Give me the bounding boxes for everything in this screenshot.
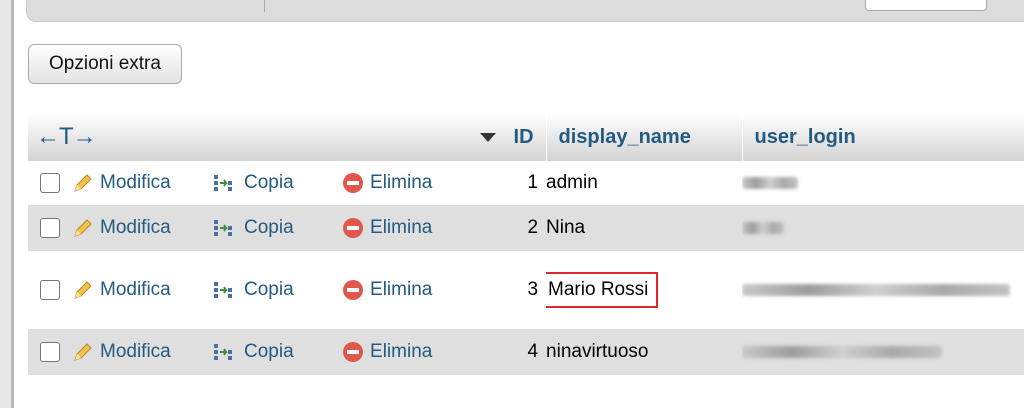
delete-label[interactable]: Elimina xyxy=(370,341,432,362)
column-header-id[interactable]: ID xyxy=(502,113,546,161)
left-panel-border xyxy=(0,0,14,408)
copy-link[interactable]: Copia xyxy=(212,251,342,329)
edit-link[interactable]: Modifica xyxy=(72,329,212,375)
edit-link[interactable]: Modifica xyxy=(72,161,212,205)
cell-user-login xyxy=(742,161,1024,205)
table-row: Modifica Copia Elimina 4 ninavirtuoso xyxy=(28,329,1024,375)
cell-id: 1 xyxy=(527,172,539,193)
extra-options-button[interactable]: Opzioni extra xyxy=(28,44,182,84)
cell-id: 3 xyxy=(527,279,539,300)
cell-display-name: Mario Rossi xyxy=(546,251,742,329)
delete-link[interactable]: Elimina xyxy=(342,161,502,205)
results-table: ←T→ ID display_name user_login Modifica … xyxy=(28,113,1024,375)
copy-label[interactable]: Copia xyxy=(244,341,294,362)
cell-id: 4 xyxy=(527,341,539,362)
copy-link[interactable]: Copia xyxy=(212,205,342,251)
redacted-value xyxy=(742,221,785,234)
row-select[interactable] xyxy=(28,161,72,205)
copy-icon xyxy=(214,174,232,191)
edit-label[interactable]: Modifica xyxy=(100,341,171,362)
edit-label[interactable]: Modifica xyxy=(100,217,171,238)
copy-link[interactable]: Copia xyxy=(212,161,342,205)
column-header-display-name[interactable]: display_name xyxy=(545,113,743,161)
delete-icon xyxy=(343,172,364,193)
cell-user-login xyxy=(742,205,1024,251)
pencil-icon xyxy=(74,281,92,299)
cell-user-login xyxy=(742,329,1024,375)
pencil-icon xyxy=(74,343,92,361)
copy-link[interactable]: Copia xyxy=(212,329,342,375)
sort-desc-icon[interactable] xyxy=(480,132,497,142)
delete-icon xyxy=(343,341,364,362)
row-select[interactable] xyxy=(28,329,72,375)
pencil-icon xyxy=(74,219,92,237)
row-select[interactable] xyxy=(28,251,72,329)
edit-label[interactable]: Modifica xyxy=(100,172,171,193)
edit-label[interactable]: Modifica xyxy=(100,279,171,300)
column-nav-arrows[interactable]: ←T→ xyxy=(28,113,342,161)
cell-id: 2 xyxy=(527,217,539,238)
cell-user-login xyxy=(742,251,1024,329)
redacted-value xyxy=(742,283,1011,296)
redacted-value xyxy=(742,345,943,358)
copy-label[interactable]: Copia xyxy=(244,172,294,193)
column-header-user-login[interactable]: user_login xyxy=(741,113,1024,161)
delete-link[interactable]: Elimina xyxy=(342,205,502,251)
cell-display-name: ninavirtuoso xyxy=(546,341,649,362)
row-checkbox[interactable] xyxy=(40,217,60,238)
cell-display-name: Nina xyxy=(546,217,586,238)
copy-icon xyxy=(214,281,232,298)
table-header-row: ←T→ ID display_name user_login xyxy=(28,113,1024,161)
delete-link[interactable]: Elimina xyxy=(342,329,502,375)
toolbar-divider xyxy=(264,0,265,12)
row-checkbox[interactable] xyxy=(40,279,60,300)
cell-display-name: admin xyxy=(546,172,598,193)
delete-label[interactable]: Elimina xyxy=(370,279,432,300)
pencil-icon xyxy=(74,174,92,192)
table-row: Modifica Copia Elimina 1 admin xyxy=(28,161,1024,205)
toolbar-control[interactable] xyxy=(865,0,987,11)
table-row: Modifica Copia Elimina 2 Nina xyxy=(28,205,1024,251)
delete-icon xyxy=(343,279,364,300)
sort-toggle[interactable] xyxy=(342,113,502,161)
edit-link[interactable]: Modifica xyxy=(72,251,212,329)
copy-icon xyxy=(214,343,232,360)
row-checkbox[interactable] xyxy=(40,172,60,193)
highlighted-display-name: Mario Rossi xyxy=(546,272,659,308)
delete-label[interactable]: Elimina xyxy=(370,217,432,238)
copy-label[interactable]: Copia xyxy=(244,279,294,300)
table-row: Modifica Copia Elimina 3 Mario Rossi xyxy=(28,251,1024,329)
top-toolbar-strip xyxy=(26,0,1024,22)
delete-label[interactable]: Elimina xyxy=(370,172,432,193)
row-checkbox[interactable] xyxy=(40,341,60,362)
delete-link[interactable]: Elimina xyxy=(342,251,502,329)
copy-label[interactable]: Copia xyxy=(244,217,294,238)
delete-icon xyxy=(343,217,364,238)
redacted-value xyxy=(742,176,799,189)
edit-link[interactable]: Modifica xyxy=(72,205,212,251)
row-select[interactable] xyxy=(28,205,72,251)
copy-icon xyxy=(214,219,232,236)
